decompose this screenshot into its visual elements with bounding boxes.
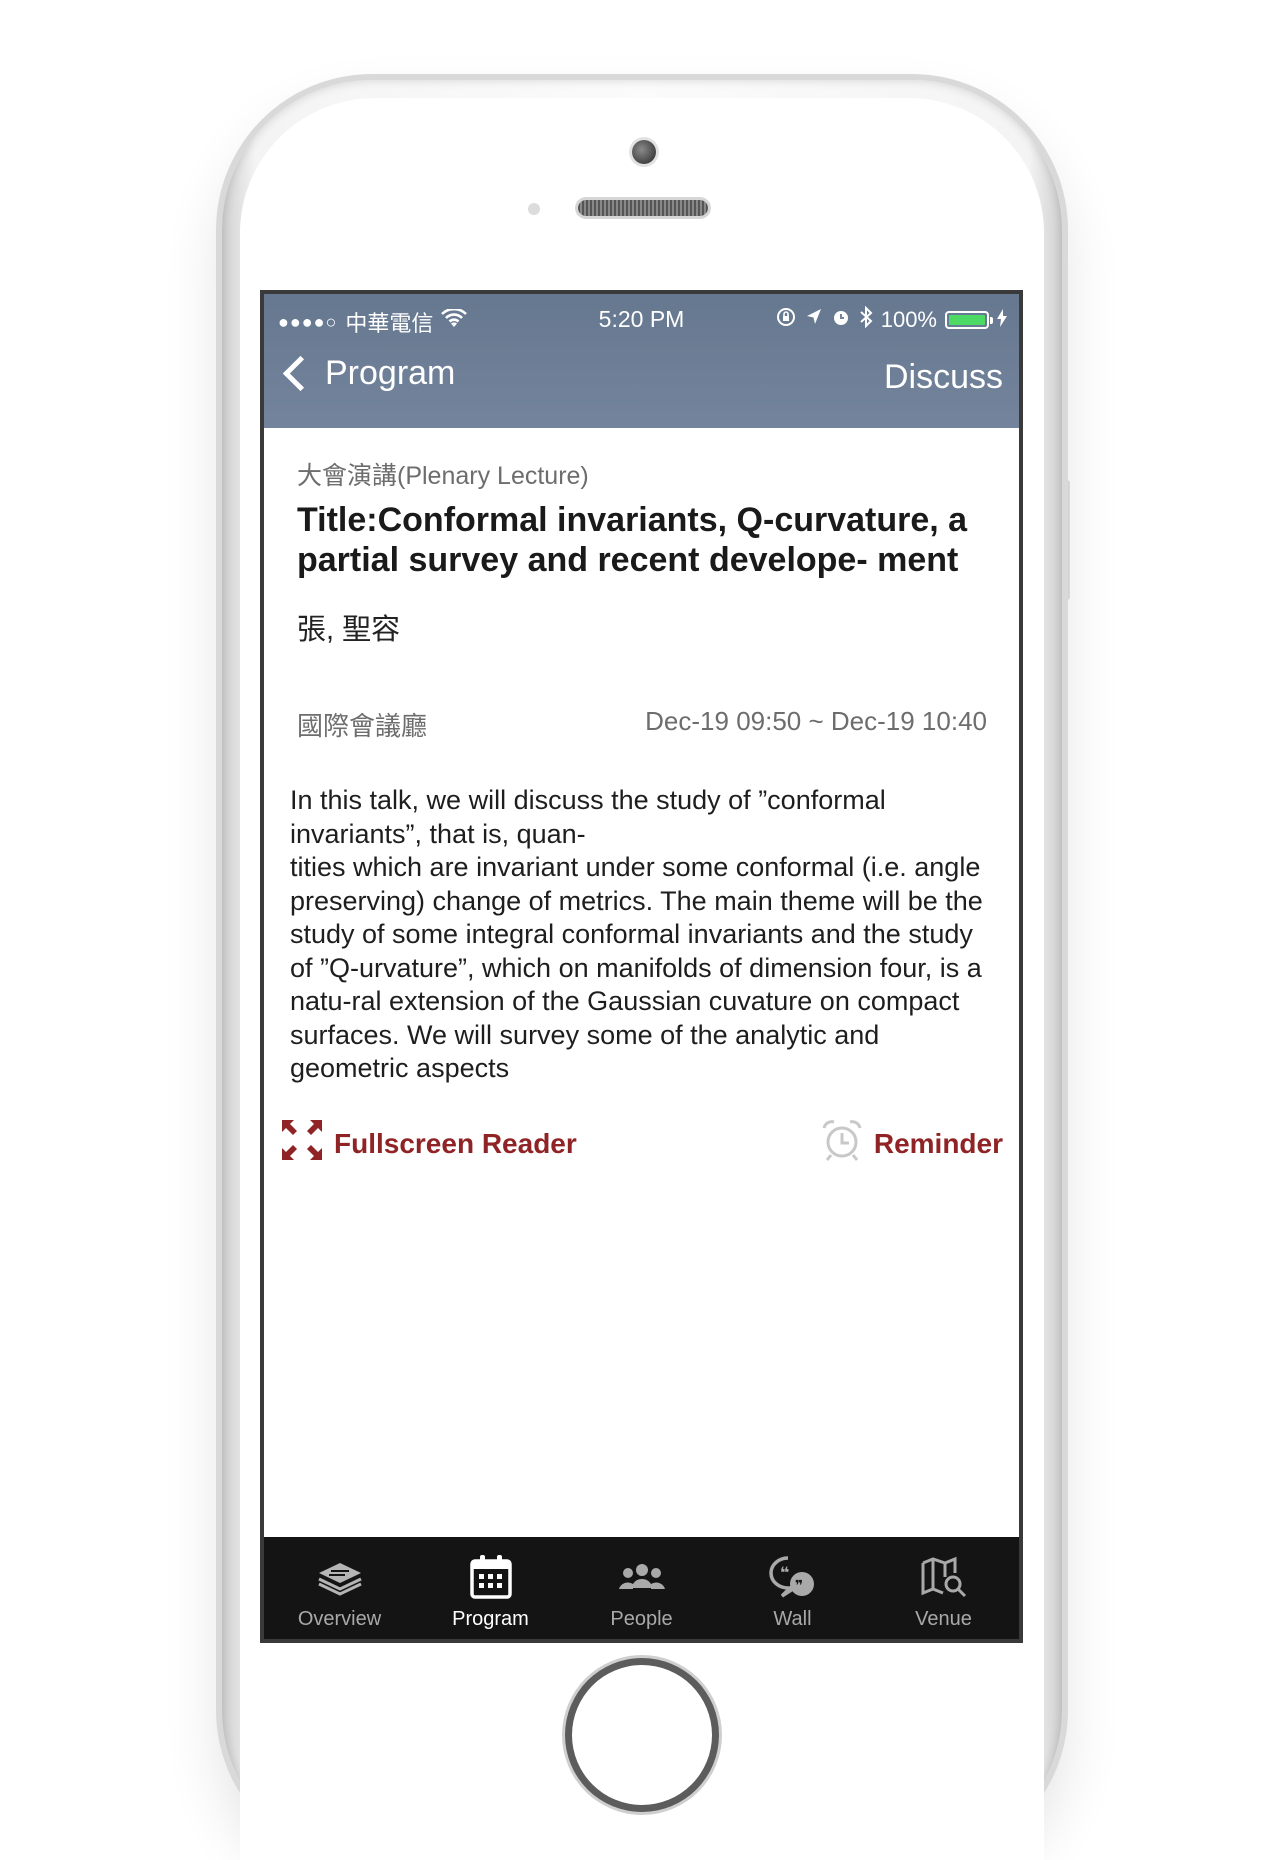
earpiece-speaker	[578, 200, 708, 216]
tab-label: People	[610, 1608, 673, 1630]
alarm-icon	[831, 307, 851, 333]
tab-bar: Overview Program People ❝ ❞ Wall Venue	[264, 1537, 1019, 1639]
svg-text:❝: ❝	[780, 1563, 789, 1582]
tab-people[interactable]: People	[566, 1537, 717, 1639]
battery-percent: 100%	[880, 307, 937, 332]
orientation-lock-icon	[775, 306, 797, 334]
tab-wall[interactable]: ❝ ❞ Wall	[717, 1537, 868, 1639]
front-camera	[632, 140, 656, 164]
fullscreen-reader-label: Fullscreen Reader	[334, 1127, 577, 1159]
session-time: Dec-19 09:50 ~ Dec-19 10:40	[645, 706, 987, 736]
chat-icon: ❝ ❞	[768, 1554, 818, 1606]
fullscreen-reader-button[interactable]: Fullscreen Reader	[280, 1118, 577, 1169]
reminder-label: Reminder	[873, 1127, 1003, 1159]
reminder-button[interactable]: Reminder	[820, 1118, 1003, 1169]
tab-venue[interactable]: Venue	[868, 1537, 1019, 1639]
map-search-icon	[919, 1555, 969, 1605]
session-title: Title:Conformal invariants, Q-curvature,…	[297, 501, 968, 579]
tab-label: Overview	[297, 1608, 382, 1630]
battery-icon	[945, 311, 993, 329]
tab-label: Program	[452, 1608, 529, 1630]
discuss-button[interactable]: Discuss	[884, 358, 1003, 397]
home-button[interactable]	[572, 1665, 712, 1805]
back-button[interactable]: Program	[280, 354, 455, 393]
status-bar: ●●●●○ 中華電信 5:20 PM 100%	[264, 305, 1019, 338]
layers-icon	[315, 1557, 365, 1603]
charging-icon	[997, 307, 1007, 333]
tab-program[interactable]: Program	[415, 1537, 566, 1639]
battery-level	[949, 315, 985, 325]
tab-label: Wall	[773, 1608, 812, 1630]
proximity-sensor	[528, 203, 540, 215]
tab-overview[interactable]: Overview	[264, 1537, 415, 1639]
power-button	[1062, 480, 1070, 600]
people-icon	[617, 1562, 667, 1598]
chevron-left-icon	[282, 355, 319, 392]
expand-icon	[280, 1118, 324, 1169]
location-icon	[805, 307, 823, 333]
alarm-clock-icon	[820, 1118, 864, 1169]
svg-text:❞: ❞	[795, 1578, 803, 1594]
bluetooth-icon	[859, 305, 873, 334]
navigation-bar: ●●●●○ 中華電信 5:20 PM 100% Program Discuss	[264, 294, 1019, 428]
session-category: 大會演講(Plenary Lecture)	[297, 462, 589, 490]
app-screen: ●●●●○ 中華電信 5:20 PM 100% Program Discuss …	[264, 294, 1019, 1639]
back-label: Program	[325, 354, 456, 392]
calendar-icon	[469, 1554, 513, 1606]
speaker-name: 張, 聖容	[297, 614, 401, 646]
session-venue: 國際會議廳	[297, 711, 428, 741]
session-abstract: In this talk, we will discuss the study …	[290, 785, 983, 1083]
action-row: Fullscreen Reader Reminder	[264, 1118, 1019, 1178]
tab-label: Venue	[915, 1608, 972, 1630]
